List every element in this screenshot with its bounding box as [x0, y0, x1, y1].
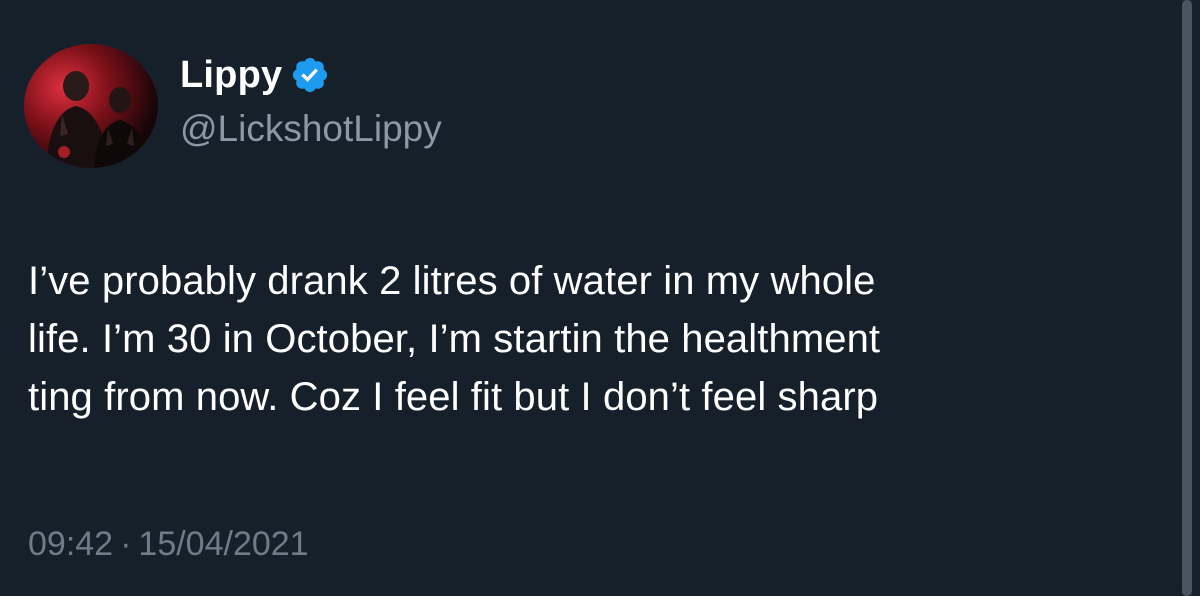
tweet-time[interactable]: 09:42 — [28, 525, 113, 563]
avatar-image — [24, 44, 158, 168]
verified-badge-icon — [290, 55, 330, 95]
author-name-row: Lippy — [180, 50, 330, 100]
meta-separator: · — [120, 525, 132, 563]
scrollbar-thumb[interactable] — [1182, 0, 1192, 596]
profile-avatar[interactable] — [24, 44, 158, 168]
author-display-name[interactable]: Lippy — [180, 54, 282, 97]
tweet-timestamp: 09:42 · 15/04/2021 — [28, 525, 309, 564]
tweet-card: Lippy @LickshotLippy I’ve probably drank… — [0, 0, 1200, 596]
author-handle[interactable]: @LickshotLippy — [180, 108, 442, 150]
tweet-text: I’ve probably drank 2 litres of water in… — [28, 259, 881, 419]
scrollbar-track[interactable] — [1182, 0, 1192, 596]
tweet-date[interactable]: 15/04/2021 — [138, 525, 308, 563]
